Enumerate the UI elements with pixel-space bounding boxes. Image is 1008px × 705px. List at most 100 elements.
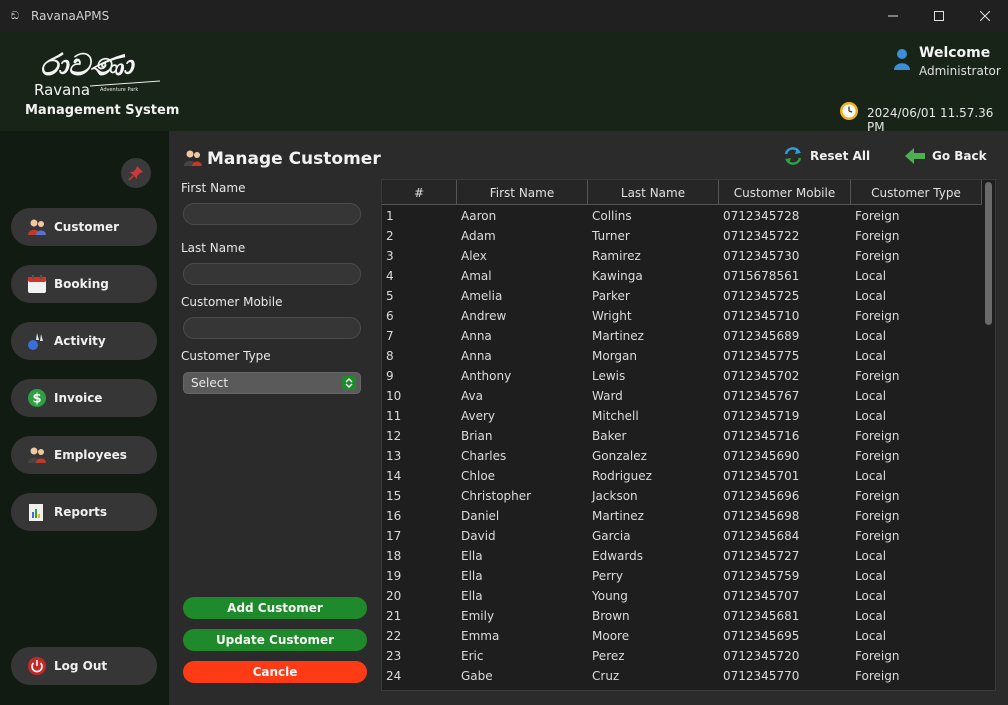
main-panel: Manage Customer Reset All Go Back First … [169,131,1008,705]
system-subtitle: Management System [25,103,180,118]
table-cell: Local [855,349,887,363]
table-row[interactable]: 2 Adam Turner 0712345722 Foreign [382,226,982,246]
update-customer-button[interactable]: Update Customer [183,629,367,651]
table-cell: Chloe [461,469,496,483]
logout-button[interactable]: Log Out [11,647,157,685]
table-scrollbar[interactable] [985,182,992,325]
table-cell: Amal [461,269,492,283]
table-row[interactable]: 1 Aaron Collins 0712345728 Foreign [382,206,982,226]
column-header[interactable]: Customer Type [851,180,982,205]
table-cell: Rodriguez [592,469,652,483]
table-row[interactable]: 9 Anthony Lewis 0712345702 Foreign [382,366,982,386]
table-cell: Baker [592,429,627,443]
customer-type-select[interactable]: Select [183,372,361,394]
table-cell: Foreign [855,249,900,263]
sidebar-item-reports[interactable]: Reports [11,493,157,531]
table-cell: Foreign [855,669,900,683]
customer-table[interactable]: # First Name Last Name Customer Mobile C… [381,179,996,691]
add-customer-button[interactable]: Add Customer [183,597,367,619]
close-button[interactable] [962,0,1008,31]
user-role: Administrator [919,64,1001,78]
table-row[interactable]: 22 Emma Moore 0712345695 Local [382,626,982,646]
table-cell: 8 [386,349,394,363]
table-cell: Gonzalez [592,449,647,463]
table-cell: Local [855,269,887,283]
table-cell: Avery [461,409,496,423]
table-row[interactable]: 19 Ella Perry 0712345759 Local [382,566,982,586]
table-row[interactable]: 12 Brian Baker 0712345716 Foreign [382,426,982,446]
table-cell: 24 [386,669,402,683]
svg-text:Ravana: Ravana [34,81,90,99]
table-row[interactable]: 20 Ella Young 0712345707 Local [382,586,982,606]
cancel-button[interactable]: Cancle [183,661,367,683]
table-cell: 0712345696 [723,489,800,503]
employees-icon [27,445,47,465]
sidebar-item-booking[interactable]: Booking [11,265,157,303]
table-cell: 20 [386,589,402,603]
table-cell: Local [855,589,887,603]
table-row[interactable]: 6 Andrew Wright 0712345710 Foreign [382,306,982,326]
first-name-input[interactable] [183,203,361,225]
close-icon [980,10,990,21]
sidebar-item-label: Booking [54,277,109,291]
column-header[interactable]: # [382,180,457,205]
table-row[interactable]: 5 Amelia Parker 0712345725 Local [382,286,982,306]
table-cell: Collins [592,209,632,223]
table-row[interactable]: 15 Christopher Jackson 0712345696 Foreign [382,486,982,506]
table-row[interactable]: 18 Ella Edwards 0712345727 Local [382,546,982,566]
column-header[interactable]: Customer Mobile [719,180,851,205]
table-cell: Christopher [461,489,532,503]
sidebar-item-invoice[interactable]: $ Invoice [11,379,157,417]
table-row[interactable]: 3 Alex Ramirez 0712345730 Foreign [382,246,982,266]
table-row[interactable]: 17 David Garcia 0712345684 Foreign [382,526,982,546]
table-row[interactable]: 14 Chloe Rodriguez 0712345701 Local [382,466,982,486]
table-cell: 4 [386,269,394,283]
page-title: Manage Customer [207,149,381,169]
table-cell: Local [855,409,887,423]
table-header: # First Name Last Name Customer Mobile C… [382,180,982,205]
table-cell: 0712345722 [723,229,800,243]
table-cell: Wright [592,309,632,323]
table-row[interactable]: 24 Gabe Cruz 0712345770 Foreign [382,666,982,686]
table-cell: Foreign [855,309,900,323]
table-cell: Local [855,329,887,343]
customer-mobile-input[interactable] [183,317,361,339]
table-cell: Kawinga [592,269,643,283]
table-row[interactable]: 4 Amal Kawinga 0715678561 Local [382,266,982,286]
table-row[interactable]: 10 Ava Ward 0712345767 Local [382,386,982,406]
table-row[interactable]: 13 Charles Gonzalez 0712345690 Foreign [382,446,982,466]
table-cell: Alex [461,249,487,263]
table-row[interactable]: 16 Daniel Martinez 0712345698 Foreign [382,506,982,526]
reset-all-button[interactable]: Reset All [782,145,870,167]
table-cell: 0712345710 [723,309,800,323]
calendar-icon [27,274,47,294]
table-cell: 16 [386,509,402,523]
minimize-button[interactable] [870,0,916,31]
pin-button[interactable] [121,158,151,188]
sidebar-item-employees[interactable]: Employees [11,436,157,474]
table-cell: Brown [592,609,630,623]
table-row[interactable]: 21 Emily Brown 0712345681 Local [382,606,982,626]
table-cell: Foreign [855,649,900,663]
pin-icon [128,166,143,181]
table-body: 1 Aaron Collins 0712345728 Foreign 2 Adam Turne… [382,206,982,686]
reports-icon [27,502,47,522]
maximize-button[interactable] [916,0,962,31]
table-row[interactable]: 23 Eric Perez 0712345720 Foreign [382,646,982,666]
table-cell: 0712345727 [723,549,800,563]
window-titlebar: ඞ RavanaAPMS [0,0,1008,31]
table-row[interactable]: 11 Avery Mitchell 0712345719 Local [382,406,982,426]
sidebar-item-customer[interactable]: Customer [11,208,157,246]
table-cell: 14 [386,469,402,483]
table-row[interactable]: 8 Anna Morgan 0712345775 Local [382,346,982,366]
table-cell: 0712345690 [723,449,800,463]
table-row[interactable]: 7 Anna Martinez 0712345689 Local [382,326,982,346]
table-cell: 2 [386,229,394,243]
go-back-button[interactable]: Go Back [904,145,987,167]
sidebar-item-activity[interactable]: Activity [11,322,157,360]
app-icon: ඞ [10,8,20,22]
window-controls [870,0,1008,31]
column-header[interactable]: First Name [457,180,588,205]
last-name-input[interactable] [183,263,361,285]
column-header[interactable]: Last Name [588,180,719,205]
